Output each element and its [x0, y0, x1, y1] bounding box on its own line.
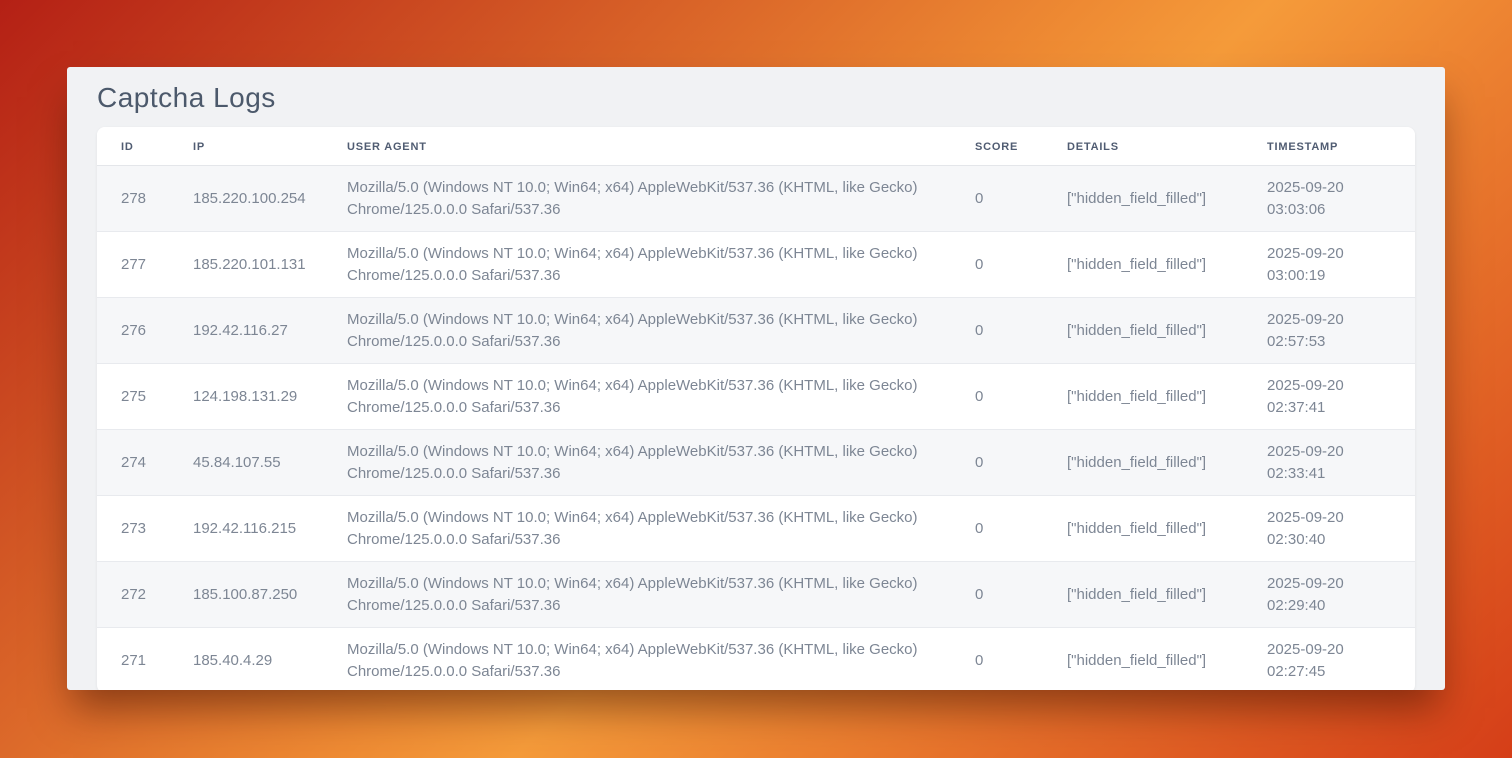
cell-user-agent: Mozilla/5.0 (Windows NT 10.0; Win64; x64… — [347, 430, 975, 496]
cell-id: 275 — [97, 364, 193, 430]
cell-user-agent: Mozilla/5.0 (Windows NT 10.0; Win64; x64… — [347, 298, 975, 364]
column-header: USER AGENT — [347, 127, 975, 166]
cell-ip: 124.198.131.29 — [193, 364, 347, 430]
table-header-row: IDIPUSER AGENTSCOREDETAILSTIMESTAMP — [97, 127, 1415, 166]
cell-id: 272 — [97, 562, 193, 628]
table-row: 274 45.84.107.55 Mozilla/5.0 (Windows NT… — [97, 430, 1415, 496]
cell-timestamp: 2025-09-20 03:03:06 — [1267, 166, 1415, 232]
captcha-logs-table: IDIPUSER AGENTSCOREDETAILSTIMESTAMP 278 … — [97, 127, 1415, 690]
cell-details: ["hidden_field_filled"] — [1067, 628, 1267, 691]
cell-details: ["hidden_field_filled"] — [1067, 430, 1267, 496]
table-row: 272 185.100.87.250 Mozilla/5.0 (Windows … — [97, 562, 1415, 628]
cell-id: 274 — [97, 430, 193, 496]
cell-timestamp: 2025-09-20 02:33:41 — [1267, 430, 1415, 496]
column-header: DETAILS — [1067, 127, 1267, 166]
table-row: 277 185.220.101.131 Mozilla/5.0 (Windows… — [97, 232, 1415, 298]
cell-details: ["hidden_field_filled"] — [1067, 166, 1267, 232]
cell-id: 276 — [97, 298, 193, 364]
cell-score: 0 — [975, 298, 1067, 364]
cell-user-agent: Mozilla/5.0 (Windows NT 10.0; Win64; x64… — [347, 562, 975, 628]
table-row: 273 192.42.116.215 Mozilla/5.0 (Windows … — [97, 496, 1415, 562]
table-row: 271 185.40.4.29 Mozilla/5.0 (Windows NT … — [97, 628, 1415, 691]
cell-user-agent: Mozilla/5.0 (Windows NT 10.0; Win64; x64… — [347, 496, 975, 562]
cell-score: 0 — [975, 430, 1067, 496]
cell-details: ["hidden_field_filled"] — [1067, 562, 1267, 628]
cell-id: 277 — [97, 232, 193, 298]
cell-details: ["hidden_field_filled"] — [1067, 364, 1267, 430]
cell-score: 0 — [975, 232, 1067, 298]
column-header: SCORE — [975, 127, 1067, 166]
cell-user-agent: Mozilla/5.0 (Windows NT 10.0; Win64; x64… — [347, 232, 975, 298]
cell-timestamp: 2025-09-20 02:27:45 — [1267, 628, 1415, 691]
cell-ip: 45.84.107.55 — [193, 430, 347, 496]
cell-score: 0 — [975, 562, 1067, 628]
column-header: TIMESTAMP — [1267, 127, 1415, 166]
cell-ip: 192.42.116.215 — [193, 496, 347, 562]
table-row: 275 124.198.131.29 Mozilla/5.0 (Windows … — [97, 364, 1415, 430]
cell-details: ["hidden_field_filled"] — [1067, 232, 1267, 298]
cell-user-agent: Mozilla/5.0 (Windows NT 10.0; Win64; x64… — [347, 628, 975, 691]
cell-ip: 185.220.101.131 — [193, 232, 347, 298]
captcha-logs-card: Captcha Logs IDIPUSER AGENTSCOREDETAILST… — [67, 67, 1445, 690]
cell-details: ["hidden_field_filled"] — [1067, 496, 1267, 562]
cell-timestamp: 2025-09-20 02:30:40 — [1267, 496, 1415, 562]
cell-id: 271 — [97, 628, 193, 691]
cell-score: 0 — [975, 364, 1067, 430]
cell-ip: 185.100.87.250 — [193, 562, 347, 628]
column-header: IP — [193, 127, 347, 166]
cell-user-agent: Mozilla/5.0 (Windows NT 10.0; Win64; x64… — [347, 166, 975, 232]
cell-id: 278 — [97, 166, 193, 232]
column-header: ID — [97, 127, 193, 166]
cell-ip: 185.40.4.29 — [193, 628, 347, 691]
logs-table-container: IDIPUSER AGENTSCOREDETAILSTIMESTAMP 278 … — [97, 127, 1415, 690]
cell-timestamp: 2025-09-20 02:29:40 — [1267, 562, 1415, 628]
cell-timestamp: 2025-09-20 02:57:53 — [1267, 298, 1415, 364]
cell-id: 273 — [97, 496, 193, 562]
cell-timestamp: 2025-09-20 03:00:19 — [1267, 232, 1415, 298]
cell-score: 0 — [975, 166, 1067, 232]
cell-ip: 192.42.116.27 — [193, 298, 347, 364]
table-row: 276 192.42.116.27 Mozilla/5.0 (Windows N… — [97, 298, 1415, 364]
table-row: 278 185.220.100.254 Mozilla/5.0 (Windows… — [97, 166, 1415, 232]
cell-details: ["hidden_field_filled"] — [1067, 298, 1267, 364]
cell-score: 0 — [975, 496, 1067, 562]
page-title: Captcha Logs — [97, 82, 1415, 114]
cell-ip: 185.220.100.254 — [193, 166, 347, 232]
cell-user-agent: Mozilla/5.0 (Windows NT 10.0; Win64; x64… — [347, 364, 975, 430]
cell-timestamp: 2025-09-20 02:37:41 — [1267, 364, 1415, 430]
cell-score: 0 — [975, 628, 1067, 691]
